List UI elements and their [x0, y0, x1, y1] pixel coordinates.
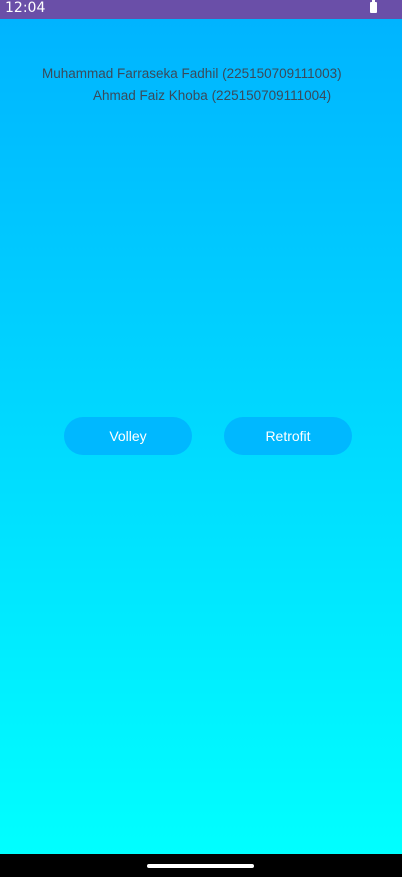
battery-icon — [370, 0, 377, 13]
status-bar: 12:04 — [0, 0, 402, 19]
author-name-2: Ahmad Faiz Khoba (225150709111004) — [93, 88, 332, 103]
home-handle-icon[interactable] — [147, 864, 254, 868]
authors-block: Muhammad Farraseka Fadhil (2251507091110… — [0, 63, 402, 107]
main-content: Muhammad Farraseka Fadhil (2251507091110… — [0, 19, 402, 854]
navigation-bar — [0, 854, 402, 877]
retrofit-button[interactable]: Retrofit — [224, 417, 352, 455]
app-screen: 12:04 Muhammad Farraseka Fadhil (2251507… — [0, 0, 402, 877]
author-name-1: Muhammad Farraseka Fadhil (2251507091110… — [42, 66, 342, 81]
status-time: 12:04 — [5, 0, 46, 16]
volley-button[interactable]: Volley — [64, 417, 192, 455]
